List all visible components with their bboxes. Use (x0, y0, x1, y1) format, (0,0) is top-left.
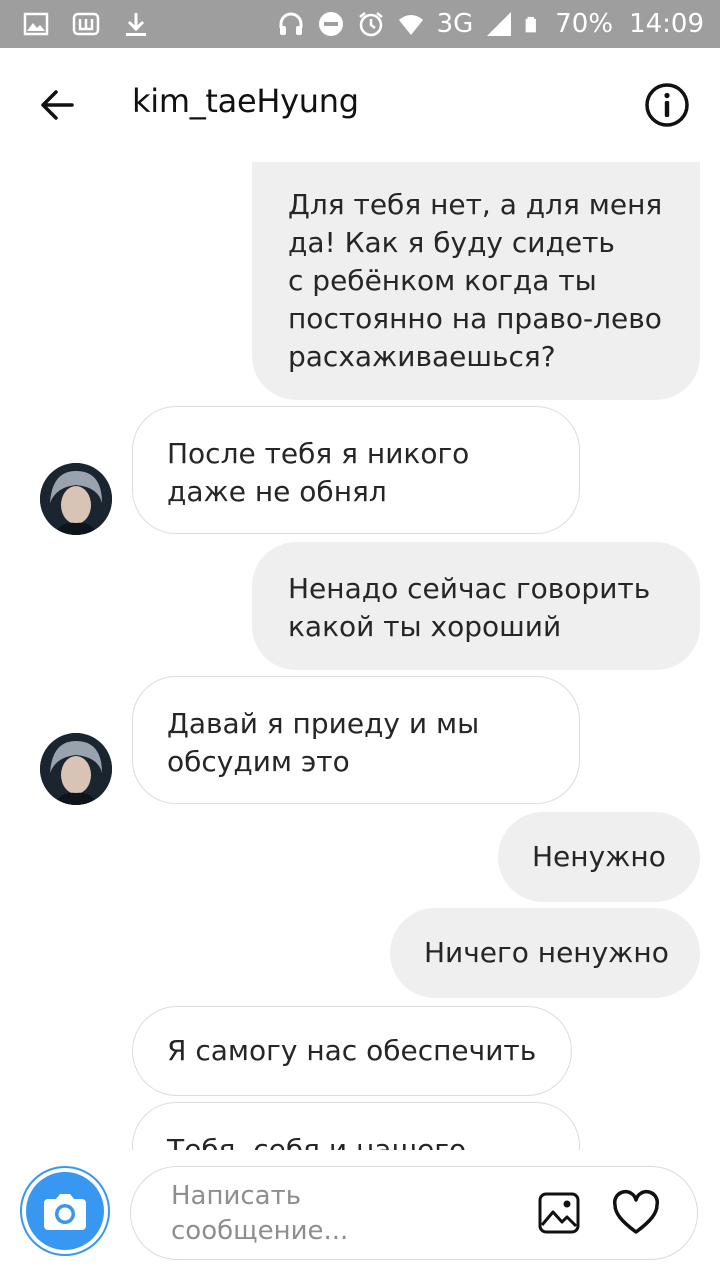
message-list[interactable]: Для тебя нет, а для меня да! Как я буду … (0, 162, 720, 1150)
message-incoming[interactable]: После тебя я никого даже не обнял (132, 406, 580, 534)
message-outgoing[interactable]: Для тебя нет, а для меня да! Как я буду … (252, 162, 700, 400)
message-outgoing[interactable]: Ненужно (498, 812, 700, 902)
message-input[interactable]: Написать сообщение... (130, 1166, 698, 1260)
battery-icon (525, 16, 537, 33)
info-icon[interactable] (644, 82, 690, 128)
message-outgoing[interactable]: Ненадо сейчас говорить какой ты хороший (252, 542, 700, 670)
avatar[interactable] (40, 463, 112, 535)
avatar-image (40, 733, 112, 805)
message-placeholder: Написать сообщение... (171, 1181, 349, 1246)
message-incoming[interactable]: Тебя, себя и нашего (132, 1102, 580, 1150)
camera-button[interactable] (20, 1166, 110, 1256)
status-bar: 3G 70% 14:09 (0, 0, 720, 48)
dnd-icon (318, 12, 343, 36)
camera-icon (44, 1194, 86, 1230)
battery-percent: 70% (555, 9, 614, 39)
message-composer: Написать сообщение... (0, 1150, 720, 1280)
gallery-icon[interactable] (537, 1191, 581, 1235)
wifi-icon (398, 15, 423, 35)
image-icon (23, 12, 49, 36)
app-icon (72, 12, 100, 36)
network-type: 3G (436, 9, 474, 39)
alarm-icon (358, 12, 383, 37)
message-incoming[interactable]: Давай я приеду и мы обсудим это (132, 676, 580, 804)
chat-title[interactable]: kim_taeHyung (132, 82, 359, 120)
clock: 14:09 (629, 9, 704, 39)
message-incoming[interactable]: Я самогу нас обеспечить (132, 1006, 572, 1096)
arrow-left-icon[interactable] (34, 82, 80, 128)
avatar-image (40, 463, 112, 535)
signal-icon (487, 12, 512, 36)
heart-icon[interactable] (611, 1189, 661, 1239)
download-icon (126, 13, 146, 36)
headphones-icon (279, 12, 303, 35)
chat-header: kim_taeHyung (0, 48, 720, 163)
message-outgoing[interactable]: Ничего ненужно (390, 908, 700, 998)
avatar[interactable] (40, 733, 112, 805)
